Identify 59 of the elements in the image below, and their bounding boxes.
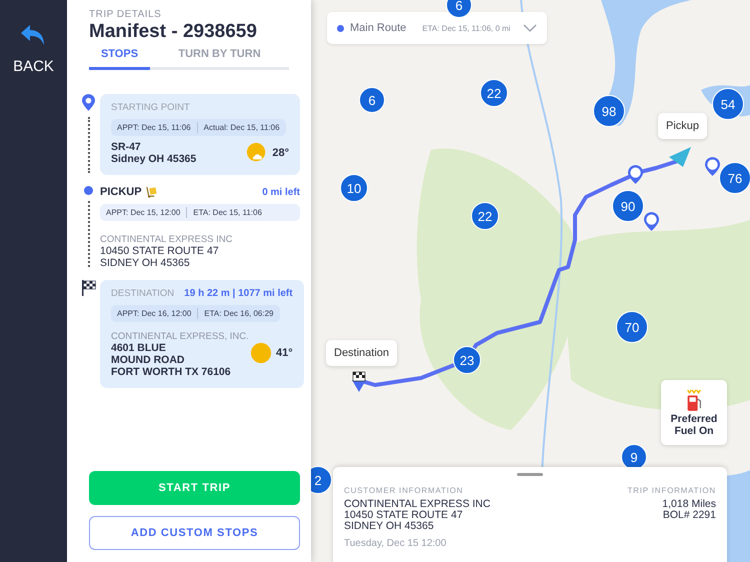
stop-label: PICKUP [100, 186, 142, 198]
stop-label: STARTING POINT [111, 102, 190, 113]
trip-caption: TRIP DETAILS [89, 9, 162, 20]
company-name: CONTINENTAL EXPRESS, INC. [111, 331, 250, 342]
map-callout: Pickup [658, 113, 708, 139]
cluster-marker[interactable]: 90 [612, 190, 644, 222]
cluster-marker[interactable]: 98 [593, 95, 625, 127]
fuel-badge-text: Preferred Fuel On [670, 414, 718, 438]
stop-label: DESTINATION [111, 288, 174, 300]
route-eta: ETA: Dec 15, 11:06, 0 mi [422, 24, 510, 32]
truck-position-icon [669, 147, 691, 167]
dot-icon [84, 186, 93, 196]
temperature: 28° [272, 147, 289, 160]
timeline-connector [88, 201, 90, 268]
address-text: SR-47 Sidney OH 45365 [111, 141, 198, 166]
sun-icon [250, 342, 272, 364]
tab[interactable]: STOPS [89, 48, 150, 67]
distance-remaining: 19 h 22 m | 1077 mi left [184, 288, 293, 300]
timeline-connector [88, 117, 90, 174]
map-callout: Destination [326, 340, 398, 366]
add-stops-button[interactable]: ADD CUSTOM STOPS [89, 516, 300, 550]
cluster-marker[interactable]: 10 [340, 174, 368, 202]
trip-title: Manifest - 2938659 [89, 21, 258, 43]
back-button[interactable]: BACK [13, 24, 54, 78]
distance-remaining: 0 mi left [262, 186, 300, 198]
cluster-marker[interactable]: 2 [311, 466, 332, 494]
route-selector[interactable]: Main Route ETA: Dec 15, 11:06, 0 mi [327, 12, 547, 44]
trip-heading: TRIP INFORMATION [627, 486, 716, 495]
time-text: APPT: Dec 15, 11:06 [117, 123, 191, 132]
checkered-pin-icon [351, 370, 367, 392]
drag-handle[interactable] [517, 473, 543, 476]
company-name: CONTINENTAL EXPRESS INC [100, 234, 234, 246]
hand-truck-icon [146, 186, 157, 198]
trip-info: 1,018 Miles BOL# 2291 [661, 499, 716, 522]
address-text: 10450 STATE ROUTE 47 SIDNEY OH 45365 [100, 245, 220, 270]
appointment-date: Tuesday, Dec 15 12:00 [344, 538, 448, 550]
cluster-marker[interactable]: 76 [719, 162, 750, 194]
location-pin-icon [82, 94, 95, 111]
time-text: APPT: Dec 16, 12:00 [117, 309, 192, 318]
customer-address: CONTINENTAL EXPRESS INC 10450 STATE ROUTE 47 SIDNEY OH 45365 [344, 499, 490, 532]
customer-heading: CUSTOMER INFORMATION [344, 486, 464, 495]
time-text: APPT: Dec 15, 12:00 [106, 208, 180, 218]
cluster-marker[interactable]: 6 [359, 87, 385, 113]
chevron-down-icon [523, 24, 537, 32]
back-arrow-icon [20, 24, 46, 46]
time-text: ETA: Dec 15, 11:06 [193, 208, 262, 218]
checkered-flag-icon [82, 280, 96, 296]
map-pin-icon [628, 165, 643, 184]
map-pin-icon [644, 212, 659, 231]
route-name: Main Route [350, 22, 406, 34]
map-pin-icon [705, 157, 720, 176]
route-dot-icon [337, 24, 344, 32]
cluster-marker[interactable]: 22 [480, 79, 508, 107]
address-text: 4601 BLUE MOUND ROAD FORT WORTH TX 76106 [111, 342, 232, 378]
time-text: Actual: Dec 15, 11:06 [204, 123, 280, 132]
fuel-pump-icon [684, 388, 704, 412]
fuel-badge[interactable]: Preferred Fuel On [661, 380, 727, 445]
time-text: ETA: Dec 16, 06:29 [204, 309, 274, 318]
temperature: 41° [276, 346, 293, 359]
